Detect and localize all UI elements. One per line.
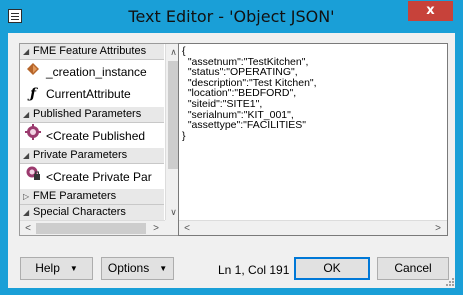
scroll-left-arrow-icon[interactable]: < (180, 221, 194, 235)
collapse-triangle-icon[interactable]: ◢ (23, 107, 33, 122)
json-text-editor[interactable]: { "assetnum":"TestKitchen", "status":"OP… (178, 43, 448, 236)
editor-horizontal-scrollbar[interactable]: < > (179, 220, 447, 235)
scroll-left-arrow-icon[interactable]: < (21, 221, 35, 235)
dropdown-arrow-icon: ▼ (159, 264, 168, 273)
cursor-position-status: Ln 1, Col 191 (218, 263, 290, 277)
scroll-right-arrow-icon[interactable]: > (149, 221, 163, 235)
close-button[interactable]: x (408, 1, 453, 21)
tree-item-creation-instance[interactable]: _creation_instance (20, 61, 164, 83)
section-private-parameters[interactable]: ◢ Private Parameters (20, 148, 164, 164)
tree-item-label: _creation_instance (46, 65, 147, 79)
section-label: Private Parameters (33, 149, 128, 161)
title-bar[interactable]: Text Editor - 'Object JSON' x (0, 0, 463, 33)
editor-content[interactable]: { "assetnum":"TestKitchen", "status":"OP… (182, 46, 317, 141)
ok-button[interactable]: OK (294, 257, 370, 280)
section-special-characters[interactable]: ◢ Special Characters (20, 205, 164, 221)
tree-item-label: <Create Private Par (46, 170, 152, 184)
tree-item-label: CurrentAttribute (46, 87, 131, 101)
tree-item-current-attribute[interactable]: ƒ CurrentAttribute (20, 83, 164, 105)
attribute-tree[interactable]: ◢ FME Feature Attributes _creation_instan… (19, 43, 180, 236)
expand-triangle-icon[interactable]: ▷ (23, 189, 33, 204)
help-menu-button[interactable]: Help ▼ (20, 257, 93, 280)
options-menu-button[interactable]: Options ▼ (101, 257, 174, 280)
options-label: Options (107, 261, 150, 275)
resize-grip-icon[interactable] (444, 276, 454, 286)
help-label: Help (35, 261, 60, 275)
tree-horizontal-scrollbar[interactable]: < > (20, 220, 165, 235)
dropdown-arrow-icon: ▼ (69, 264, 78, 273)
private-parameter-icon (24, 165, 42, 187)
collapse-triangle-icon[interactable]: ◢ (23, 44, 33, 59)
cancel-button[interactable]: Cancel (377, 257, 449, 280)
code-line[interactable]: "assettype":"FACILITIES" (182, 120, 317, 131)
scroll-right-arrow-icon[interactable]: > (431, 221, 445, 235)
parameter-gear-icon (24, 124, 42, 146)
section-label: Published Parameters (33, 108, 142, 120)
scroll-thumb[interactable] (36, 223, 146, 234)
code-line[interactable]: } (182, 131, 317, 142)
code-line[interactable]: "siteid":"SITE1", (182, 99, 317, 110)
section-label: FME Parameters (33, 190, 117, 202)
tree-item-create-published[interactable]: <Create Published (20, 124, 164, 146)
section-fme-parameters[interactable]: ▷ FME Parameters (20, 189, 164, 205)
function-icon: ƒ (29, 86, 37, 102)
code-line[interactable]: { (182, 46, 317, 57)
section-label: FME Feature Attributes (33, 45, 147, 57)
section-label: Special Characters (33, 206, 126, 218)
orange-diamond-attribute-icon (24, 61, 42, 83)
dialog-body: ◢ FME Feature Attributes _creation_instan… (8, 33, 455, 288)
window-title: Text Editor - 'Object JSON' (128, 7, 335, 26)
text-editor-window: Text Editor - 'Object JSON' x ◢ FME Featu… (0, 0, 463, 295)
collapse-triangle-icon[interactable]: ◢ (23, 205, 33, 220)
tree-item-create-private[interactable]: <Create Private Par (20, 165, 164, 187)
section-published-parameters[interactable]: ◢ Published Parameters (20, 107, 164, 123)
tree-item-label: <Create Published (46, 129, 146, 143)
section-fme-feature-attributes[interactable]: ◢ FME Feature Attributes (20, 44, 164, 60)
collapse-triangle-icon[interactable]: ◢ (23, 148, 33, 163)
